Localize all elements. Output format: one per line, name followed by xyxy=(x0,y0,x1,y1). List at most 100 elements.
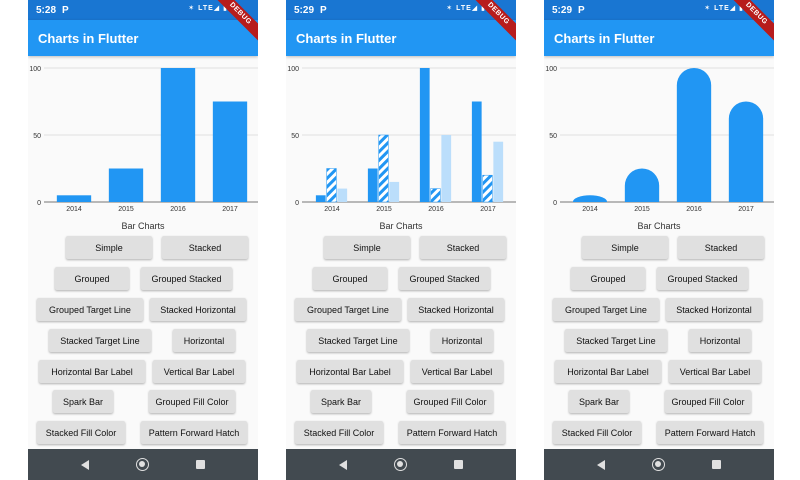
chart-type-button[interactable]: Horizontal Bar Label xyxy=(297,360,403,383)
x-tick-label: 2016 xyxy=(428,206,444,213)
chart-type-button[interactable]: Horizontal xyxy=(431,329,493,352)
phone-screen-1: 5:28 P ✶ LTE◢ ▮ Charts in Flutter DEBUG 0 50 10… xyxy=(28,0,258,480)
home-icon[interactable] xyxy=(135,458,149,471)
x-tick-label: 2017 xyxy=(738,206,754,213)
screenshot-stage: 5:28 P ✶ LTE◢ ▮ Charts in Flutter DEBUG 0 50 10… xyxy=(0,0,800,480)
system-nav-bar xyxy=(544,449,774,480)
home-icon[interactable] xyxy=(393,458,407,471)
bar-series-3 xyxy=(441,135,452,202)
recent-apps-icon[interactable] xyxy=(195,460,205,469)
chart-type-button[interactable]: Stacked Horizontal xyxy=(408,298,504,321)
y-tick-label: 0 xyxy=(295,200,299,207)
bar xyxy=(212,101,248,202)
x-tick-label: 2015 xyxy=(634,206,650,213)
status-time: 5:29 xyxy=(552,4,573,16)
chart-type-button[interactable]: Stacked Horizontal xyxy=(150,298,246,321)
bar-series-1 xyxy=(315,195,326,202)
bar-series-2 xyxy=(482,174,493,203)
chart-type-button[interactable]: Pattern Forward Hatch xyxy=(657,421,763,444)
recent-apps-icon[interactable] xyxy=(453,460,463,469)
bar-series-3 xyxy=(389,181,400,202)
app-title: Charts in Flutter xyxy=(554,30,655,46)
chart-type-button[interactable]: Vertical Bar Label xyxy=(153,360,245,383)
chart-type-button[interactable]: Stacked xyxy=(678,236,764,259)
chart-caption: Bar Charts xyxy=(379,221,423,231)
chart-type-button[interactable]: Grouped Stacked xyxy=(399,267,490,290)
chart-type-button[interactable]: Stacked Target Line xyxy=(307,329,409,352)
bar-chart-svg: 0 50 100 2014 2015 2016 2017 xyxy=(29,66,258,213)
y-tick-label: 50 xyxy=(291,133,299,140)
chart-type-button[interactable]: Stacked Fill Color xyxy=(295,421,383,444)
bar-series-2 xyxy=(326,168,337,203)
bar-series-2 xyxy=(430,188,441,203)
x-tick-label: 2016 xyxy=(686,206,702,213)
home-icon[interactable] xyxy=(651,458,665,471)
recent-apps-icon[interactable] xyxy=(711,460,721,469)
chart-type-button[interactable]: Spark Bar xyxy=(569,390,629,413)
chart-type-button[interactable]: Stacked Fill Color xyxy=(37,421,125,444)
bar-chart: 0 50 100 2014 2015 2016 2017 xyxy=(544,56,774,216)
bar xyxy=(160,68,196,202)
chart-type-button[interactable]: Stacked Target Line xyxy=(565,329,667,352)
back-icon[interactable] xyxy=(81,459,90,470)
chart-type-button[interactable]: Vertical Bar Label xyxy=(411,360,503,383)
x-tick-label: 2015 xyxy=(376,206,392,213)
bar-series-1 xyxy=(471,101,482,202)
chart-type-button[interactable]: Simple xyxy=(66,236,152,259)
chart-type-button[interactable]: Simple xyxy=(324,236,410,259)
chart-type-button[interactable]: Grouped Stacked xyxy=(141,267,232,290)
chart-type-button[interactable]: Grouped xyxy=(55,267,129,290)
chart-type-button[interactable]: Spark Bar xyxy=(311,390,371,413)
chart-type-button[interactable]: Grouped Target Line xyxy=(295,298,401,321)
y-tick-label: 100 xyxy=(545,66,557,73)
bar-series-3 xyxy=(337,188,348,202)
x-tick-label: 2014 xyxy=(66,206,82,213)
chart-type-button[interactable]: Stacked xyxy=(162,236,248,259)
chart-type-button[interactable]: Horizontal Bar Label xyxy=(555,360,661,383)
phone-screen-3: 5:29 P ✶ LTE◢ ▮ Charts in Flutter DEBUG 0 50 10… xyxy=(544,0,774,480)
chart-caption: Bar Charts xyxy=(121,221,165,231)
x-tick-label: 2017 xyxy=(480,206,496,213)
carrier-icon: P xyxy=(320,4,327,16)
chart-type-button[interactable]: Simple xyxy=(582,236,668,259)
app-title: Charts in Flutter xyxy=(38,30,139,46)
carrier-icon: P xyxy=(578,4,585,16)
chart-type-button[interactable]: Grouped xyxy=(313,267,387,290)
chart-type-button[interactable]: Pattern Forward Hatch xyxy=(141,421,247,444)
x-tick-label: 2017 xyxy=(222,206,238,213)
bar xyxy=(108,168,144,202)
chart-type-button[interactable]: Stacked Target Line xyxy=(49,329,151,352)
chart-type-button[interactable]: Grouped Target Line xyxy=(37,298,143,321)
bar xyxy=(624,168,660,202)
chart-type-button[interactable]: Grouped Target Line xyxy=(553,298,659,321)
bar xyxy=(676,68,712,202)
chart-type-button[interactable]: Horizontal Bar Label xyxy=(39,360,145,383)
status-time: 5:29 xyxy=(294,4,315,16)
chart-type-button[interactable]: Vertical Bar Label xyxy=(669,360,761,383)
y-tick-label: 0 xyxy=(553,200,557,207)
y-tick-label: 100 xyxy=(29,66,41,73)
app-title: Charts in Flutter xyxy=(296,30,397,46)
bar-chart: 0 50 100 2014 2015 2016 2017 xyxy=(28,56,258,216)
chart-type-button[interactable]: Horizontal xyxy=(173,329,235,352)
chart-type-button[interactable]: Stacked xyxy=(420,236,506,259)
bar xyxy=(56,195,92,202)
bar-series-1 xyxy=(419,68,430,202)
chart-type-button[interactable]: Grouped Stacked xyxy=(657,267,748,290)
chart-type-button[interactable]: Grouped Fill Color xyxy=(149,390,235,413)
chart-type-button[interactable]: Horizontal xyxy=(689,329,751,352)
chart-type-button[interactable]: Grouped Fill Color xyxy=(407,390,493,413)
app-bar: Charts in Flutter xyxy=(286,20,516,56)
y-tick-label: 50 xyxy=(549,133,557,140)
chart-type-button[interactable]: Grouped Fill Color xyxy=(665,390,751,413)
chart-type-button[interactable]: Grouped xyxy=(571,267,645,290)
chart-type-button[interactable]: Stacked Horizontal xyxy=(666,298,762,321)
app-bar: Charts in Flutter xyxy=(28,20,258,56)
status-time: 5:28 xyxy=(36,4,57,16)
back-icon[interactable] xyxy=(597,459,606,470)
chart-type-button[interactable]: Pattern Forward Hatch xyxy=(399,421,505,444)
chart-type-button[interactable]: Spark Bar xyxy=(53,390,113,413)
x-tick-label: 2015 xyxy=(118,206,134,213)
back-icon[interactable] xyxy=(339,459,348,470)
chart-type-button[interactable]: Stacked Fill Color xyxy=(553,421,641,444)
